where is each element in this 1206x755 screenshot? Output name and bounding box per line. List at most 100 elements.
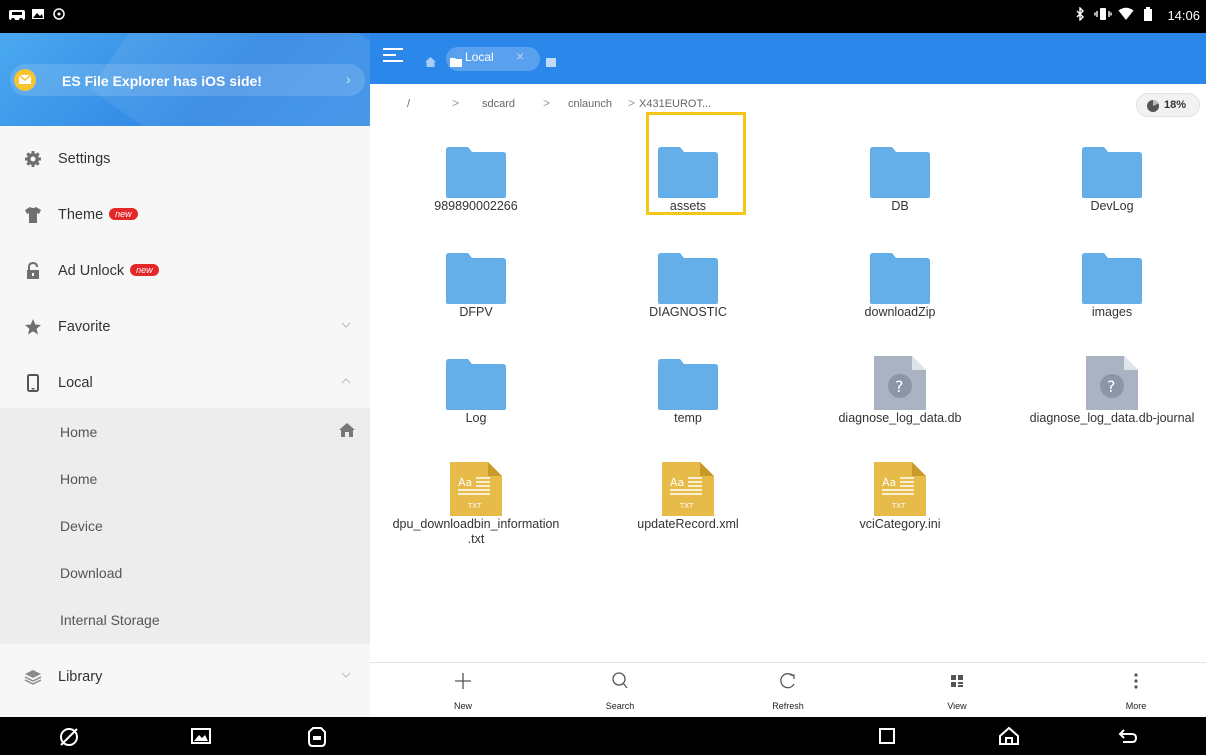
local-item-home[interactable]: Home <box>0 408 370 455</box>
top-app-bar: Local × <box>370 33 1206 84</box>
folder-item[interactable]: 989890002266 <box>370 134 582 234</box>
svg-text:Aa: Aa <box>670 476 684 489</box>
svg-text:?: ? <box>895 377 904 396</box>
path-bar: / > sdcard > cnlaunch > X431EUROT... 18% <box>370 84 1206 124</box>
search-icon <box>610 671 630 696</box>
navigation-drawer: ES File Explorer has iOS side! › Setting… <box>0 33 370 717</box>
local-item-device[interactable]: Device <box>0 502 370 549</box>
folder-item[interactable]: downloadZip <box>794 240 1006 340</box>
svg-text:?: ? <box>1107 377 1116 396</box>
bottom-toolbar: New Search Refresh View More <box>370 662 1206 717</box>
wifi-icon <box>1118 7 1134 25</box>
storage-usage-button[interactable]: 18% <box>1136 93 1200 117</box>
file-name: diagnose_log_data.db-journal <box>1029 411 1195 425</box>
theme-label: Theme <box>58 207 104 223</box>
chevron-right-icon: > <box>628 96 636 110</box>
drawer-item-theme[interactable]: Theme new <box>0 188 370 244</box>
refresh-icon <box>778 671 798 696</box>
search-button[interactable]: Search <box>560 663 680 718</box>
phone-icon <box>24 374 42 392</box>
file-name: DevLog <box>1090 199 1134 213</box>
folder-item[interactable]: DIAGNOSTIC <box>582 240 794 340</box>
view-button[interactable]: View <box>897 663 1017 718</box>
close-icon[interactable]: × <box>516 48 524 64</box>
menu-icon[interactable] <box>383 47 403 68</box>
drawer-item-label: Library <box>58 669 103 685</box>
pie-chart-icon <box>1146 99 1160 118</box>
local-item-label: Home <box>60 471 98 487</box>
drawer-item-local[interactable]: Local <box>0 356 370 412</box>
new-button[interactable]: New <box>403 663 523 718</box>
incar-icon <box>8 7 26 27</box>
mail-icon <box>14 69 36 91</box>
file-item[interactable]: ? diagnose_log_data.db-journal <box>1006 346 1206 446</box>
file-item[interactable]: Aa TXT dpu_downloadbin_information .txt <box>370 452 582 552</box>
drawer-item-settings[interactable]: Settings <box>0 132 370 188</box>
screenshot-icon[interactable] <box>190 726 212 751</box>
home-nav-icon[interactable] <box>998 726 1020 751</box>
folder-icon <box>1080 144 1144 203</box>
shirt-icon <box>24 206 42 224</box>
folder-item[interactable]: images <box>1006 240 1206 340</box>
recent-apps-icon[interactable] <box>877 726 897 751</box>
local-item-label: Internal Storage <box>60 612 160 628</box>
system-nav-bar <box>0 717 1206 755</box>
file-item[interactable]: ? diagnose_log_data.db <box>794 346 1006 446</box>
chevron-down-icon[interactable] <box>340 668 352 680</box>
browser-icon[interactable] <box>58 726 80 753</box>
folder-icon <box>444 144 508 203</box>
tool-label: More <box>1125 701 1147 711</box>
ad-unlock-label: Ad Unlock <box>58 263 125 279</box>
vci-icon[interactable] <box>305 726 329 753</box>
breadcrumb-root[interactable]: / <box>407 98 410 110</box>
local-item-home-2[interactable]: Home <box>0 455 370 502</box>
file-grid: 989890002266 assets DB DevLog DFPV DIAGNOSTIC… <box>370 112 1206 662</box>
chevron-right-icon: > <box>543 96 551 110</box>
folder-item[interactable]: temp <box>582 346 794 446</box>
breadcrumb-cnlaunch[interactable]: cnlaunch <box>568 98 612 110</box>
home-icon[interactable] <box>425 54 436 72</box>
folder-item[interactable]: Log <box>370 346 582 446</box>
text-file-icon: Aa TXT <box>868 462 932 521</box>
chevron-right-icon: › <box>346 71 351 87</box>
drawer-item-favorite[interactable]: Favorite <box>0 300 370 356</box>
file-name: 989890002266 <box>434 199 518 213</box>
breadcrumb-sdcard[interactable]: sdcard <box>482 98 515 110</box>
file-name: diagnose_log_data.db <box>838 411 962 425</box>
back-icon[interactable] <box>1117 726 1139 751</box>
new-window-icon[interactable] <box>546 54 556 72</box>
chevron-down-icon[interactable] <box>340 318 352 330</box>
vibrate-icon <box>1094 7 1112 25</box>
breadcrumb-current[interactable]: X431EUROT... <box>639 98 711 110</box>
clock: 14:06 <box>1167 8 1200 23</box>
chevron-up-icon[interactable] <box>340 374 352 386</box>
folder-item[interactable]: DFPV <box>370 240 582 340</box>
drawer-item-label: Theme new <box>58 207 138 223</box>
drawer-item-label: Ad Unlock new <box>58 263 159 279</box>
folder-icon <box>444 250 508 309</box>
more-button[interactable]: More <box>1076 663 1196 718</box>
new-badge: new <box>109 208 138 220</box>
drawer-item-ad-unlock[interactable]: Ad Unlock new <box>0 244 370 300</box>
storage-percent: 18% <box>1164 99 1187 111</box>
folder-icon <box>868 250 932 309</box>
selection-highlight <box>646 112 746 215</box>
local-item-download[interactable]: Download <box>0 549 370 596</box>
home-icon <box>338 422 356 443</box>
file-item[interactable]: Aa TXT vciCategory.ini <box>794 452 1006 552</box>
folder-icon <box>656 250 720 309</box>
folder-item[interactable]: DevLog <box>1006 134 1206 234</box>
text-file-icon: Aa TXT <box>444 462 508 521</box>
file-name: DB <box>891 199 909 213</box>
refresh-button[interactable]: Refresh <box>728 663 848 718</box>
gear-icon <box>24 150 42 168</box>
drawer-item-library[interactable]: Library <box>0 650 370 706</box>
folder-item[interactable]: DB <box>794 134 1006 234</box>
local-item-internal-storage[interactable]: Internal Storage <box>0 596 370 643</box>
folder-icon <box>1080 250 1144 309</box>
drawer-item-label: Favorite <box>58 319 111 335</box>
image-icon <box>31 7 45 25</box>
svg-text:Aa: Aa <box>458 476 472 489</box>
file-item[interactable]: Aa TXT updateRecord.xml <box>582 452 794 552</box>
unknown-file-icon: ? <box>1080 356 1144 415</box>
